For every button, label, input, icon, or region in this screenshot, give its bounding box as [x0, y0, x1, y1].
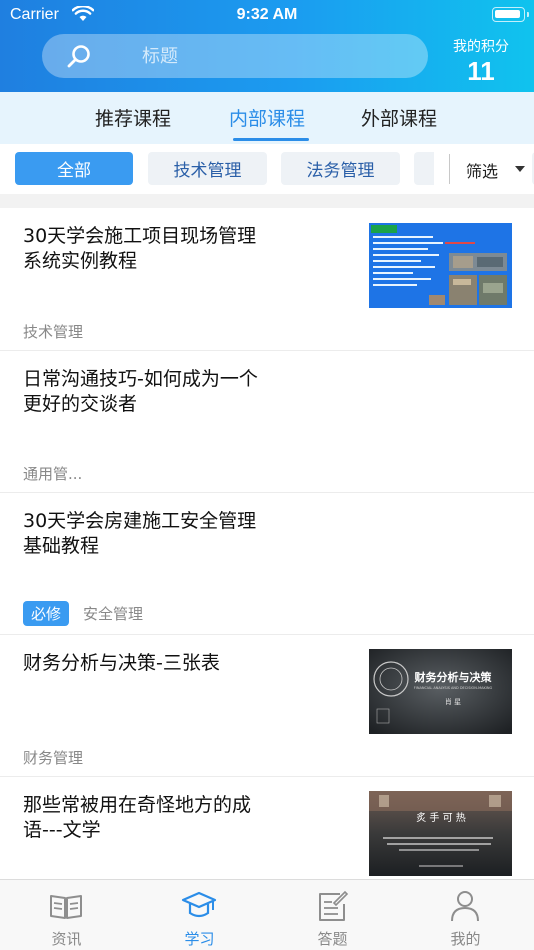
course-title-line: 语---文学 [23, 819, 101, 841]
points-value: 11 [467, 56, 495, 86]
filter-bar: 全部 技术管理 法务管理 筛选 [0, 144, 534, 194]
tabbar-item-quiz[interactable]: 答题 [266, 880, 399, 950]
course-meta: 财务管理 [23, 747, 83, 768]
bottom-tab-bar: 资讯 学习 答题 我的 [0, 879, 534, 950]
graduation-cap-icon [181, 888, 217, 928]
course-thumbnail [369, 223, 512, 308]
list-item[interactable]: 日常沟通技巧-如何成为一个 更好的交谈者 通用管... [0, 351, 534, 493]
thumb-title: 财务分析与决策 [414, 670, 493, 684]
course-title-line: 系统实例教程 [23, 250, 138, 272]
person-icon [447, 888, 483, 928]
tabbar-label: 我的 [450, 930, 481, 948]
points-box[interactable]: 我的积分 11 [438, 36, 524, 86]
points-label: 我的积分 [453, 39, 509, 55]
course-category: 通用管... [23, 465, 83, 483]
filter-chip-all[interactable]: 全部 [15, 152, 133, 185]
course-category: 财务管理 [23, 749, 84, 767]
tabbar-item-study[interactable]: 学习 [133, 880, 266, 950]
course-meta: 必修 安全管理 [23, 601, 143, 626]
header: Carrier 9:32 AM 我的积分 11 [0, 0, 534, 92]
status-bar: Carrier 9:32 AM [0, 0, 534, 30]
course-title-line: 30天学会房建施工安全管理 [23, 510, 257, 532]
course-title: 30天学会施工项目现场管理 系统实例教程 [23, 224, 256, 274]
tabbar-label: 学习 [184, 930, 215, 948]
tabbar-label: 答题 [317, 930, 348, 948]
tab-recommended[interactable]: 推荐课程 [95, 104, 171, 131]
course-title: 那些常被用在奇怪地方的成 语---文学 [23, 793, 251, 843]
course-thumbnail: 财务分析与决策 FINANCIAL ANALYSIS AND DECISION-… [369, 649, 512, 734]
course-title-line: 更好的交谈者 [23, 393, 138, 415]
list-item[interactable]: 30天学会施工项目现场管理 系统实例教程 技术管理 [0, 208, 534, 351]
course-title: 日常沟通技巧-如何成为一个 更好的交谈者 [23, 367, 258, 417]
battery-icon [492, 7, 529, 22]
book-icon [48, 888, 84, 928]
course-category: 技术管理 [23, 323, 84, 341]
thumb-author: 肖 星 [445, 697, 461, 706]
thumb-title: 炙 手 可 热 [416, 811, 466, 824]
course-meta: 技术管理 [23, 321, 83, 342]
tab-external[interactable]: 外部课程 [361, 104, 437, 131]
course-title-line: 30天学会施工项目现场管理 [23, 225, 257, 247]
filter-chip-tech[interactable]: 技术管理 [148, 152, 267, 185]
tabbar-item-news[interactable]: 资讯 [0, 880, 133, 950]
filter-chip-legal[interactable]: 法务管理 [281, 152, 400, 185]
tab-internal[interactable]: 内部课程 [229, 104, 305, 131]
edit-paper-icon [314, 888, 350, 928]
course-category: 安全管理 [83, 605, 144, 623]
tabbar-label: 资讯 [51, 930, 82, 948]
search-icon [66, 44, 92, 74]
course-title-line: 那些常被用在奇怪地方的成 [23, 794, 252, 816]
required-badge: 必修 [23, 601, 70, 626]
filter-chip-partial[interactable] [414, 152, 434, 185]
course-title: 财务分析与决策-三张表 [23, 651, 220, 676]
search-bar[interactable] [42, 34, 428, 78]
course-title-line: 日常沟通技巧-如何成为一个 [23, 368, 258, 390]
course-thumbnail: 炙 手 可 热 [369, 791, 512, 876]
list-item[interactable]: 30天学会房建施工安全管理 基础教程 必修 安全管理 [0, 493, 534, 635]
course-title: 30天学会房建施工安全管理 基础教程 [23, 509, 256, 559]
clock: 9:32 AM [236, 6, 298, 23]
section-gap [0, 194, 534, 208]
list-item[interactable]: 那些常被用在奇怪地方的成 语---文学 炙 手 可 热 [0, 777, 534, 879]
tab-active-indicator [233, 138, 309, 141]
course-title-line: 财务分析与决策-三张表 [23, 652, 220, 674]
tabbar-item-me[interactable]: 我的 [399, 880, 532, 950]
search-input[interactable] [142, 34, 402, 78]
filter-divider [449, 154, 450, 184]
course-tabs: 推荐课程 内部课程 外部课程 [0, 92, 534, 144]
list-item[interactable]: 财务分析与决策-三张表 财务分析与决策 FINANCIAL ANALYSIS A… [0, 635, 534, 777]
course-title-line: 基础教程 [23, 535, 100, 557]
thumb-subtitle: FINANCIAL ANALYSIS AND DECISION-MAKING [414, 686, 493, 690]
chevron-down-icon [515, 166, 525, 172]
filter-button[interactable]: 筛选 [466, 158, 498, 182]
course-meta: 通用管... [23, 463, 82, 484]
